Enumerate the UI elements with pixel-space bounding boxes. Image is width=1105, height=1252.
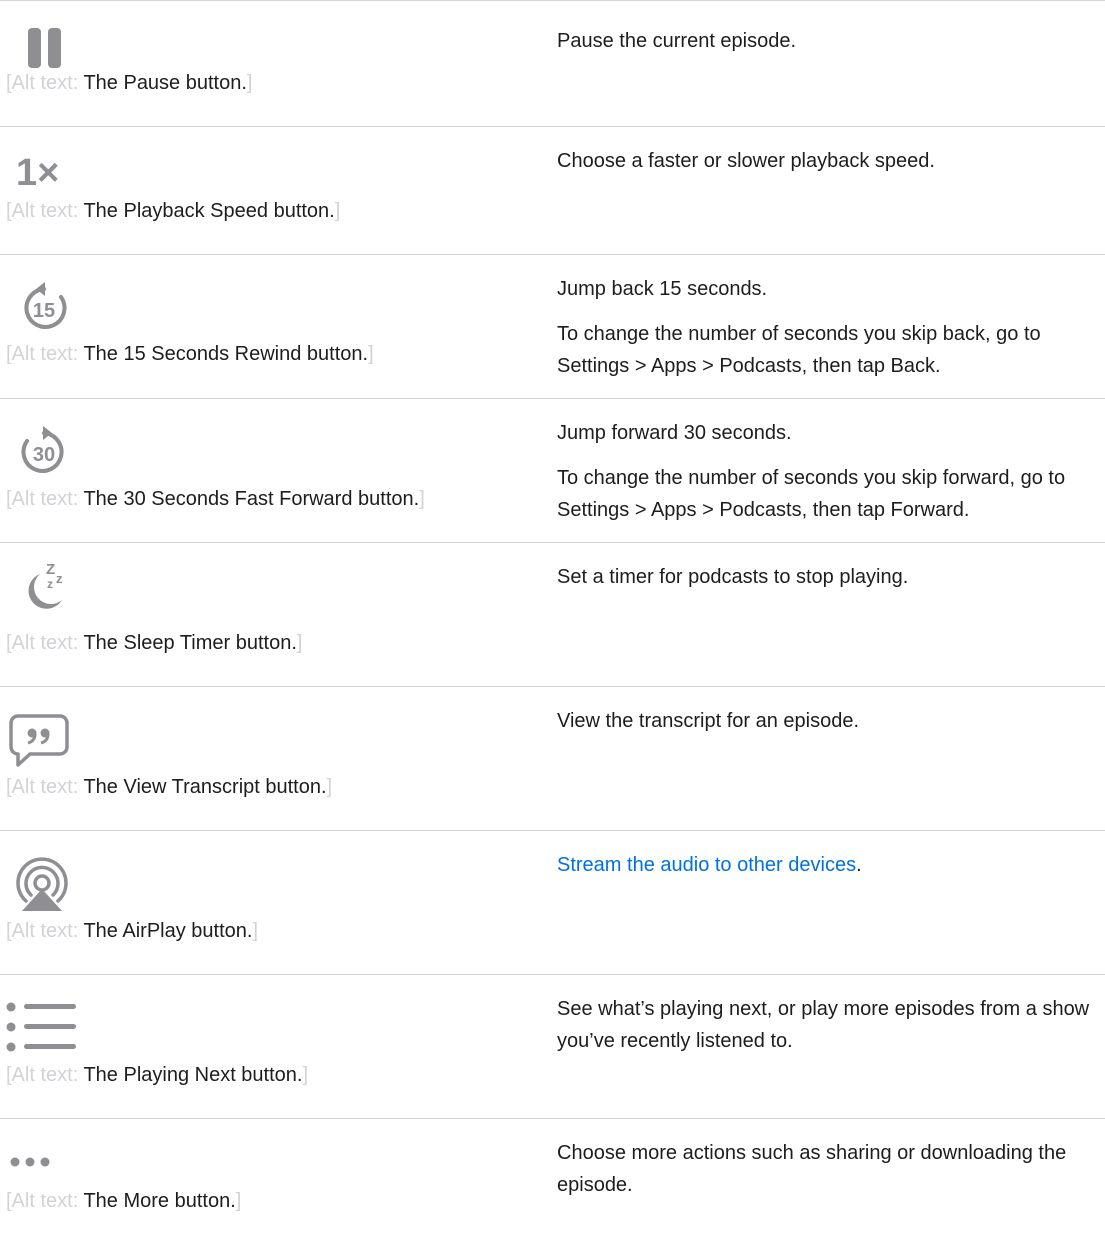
alt-text-label: The 15 Seconds Rewind button. — [83, 343, 369, 365]
alt-text-prefix: [Alt text: — [6, 488, 84, 510]
table-row: [Alt text: The AirPlay button.] Stream t… — [0, 831, 1105, 975]
description-text: View the transcript for an episode. — [557, 710, 860, 732]
playback-speed-label: 1× — [16, 153, 59, 193]
alt-text: [Alt text: The More button.] — [6, 1189, 241, 1213]
alt-text-suffix: ] — [302, 1064, 309, 1086]
alt-text-label: The Playback Speed button. — [83, 200, 335, 222]
alt-text-suffix: ] — [419, 488, 425, 510]
table-row: 30 [Alt text: The 30 Seconds Fast Forwar… — [0, 399, 1105, 543]
alt-text-label: The AirPlay button. — [83, 920, 253, 942]
table-row: Z z z [Alt text: The Sleep Timer button.… — [0, 543, 1105, 687]
description-text: Choose a faster or slower playback speed… — [557, 150, 935, 172]
description-cell: Jump back 15 seconds. To change the numb… — [557, 273, 1097, 382]
playing-next-icon — [6, 1002, 76, 1052]
alt-text-prefix: [Alt text: — [6, 920, 84, 942]
table-row: [Alt text: The More button.] Choose more… — [0, 1119, 1105, 1244]
rewind-15-number: 15 — [33, 300, 55, 322]
alt-text: [Alt text: The View Transcript button.] — [6, 775, 332, 799]
alt-text-suffix: ] — [326, 776, 333, 798]
airplay-icon — [16, 857, 68, 911]
svg-text:z: z — [56, 571, 63, 586]
svg-text:z: z — [47, 577, 53, 591]
forward-30-icon: 30 — [21, 426, 64, 473]
description-cell: Pause the current episode. — [557, 25, 1097, 57]
alt-text-prefix: [Alt text: — [6, 632, 84, 654]
alt-text-suffix: ] — [235, 1190, 242, 1212]
transcript-icon — [9, 714, 69, 767]
description-cell: View the transcript for an episode. — [557, 705, 1097, 737]
more-icon — [10, 1157, 50, 1167]
stream-audio-link[interactable]: Stream the audio to other devices — [557, 854, 856, 876]
alt-text-label: The 30 Seconds Fast Forward button. — [83, 488, 420, 510]
description-cell: See what’s playing next, or play more ep… — [557, 993, 1097, 1057]
description-cell: Jump forward 30 seconds. To change the n… — [557, 417, 1097, 526]
alt-text-prefix: [Alt text: — [6, 200, 84, 222]
table-row: [Alt text: The Playing Next button.] See… — [0, 975, 1105, 1119]
playback-speed-icon: 1× — [16, 153, 59, 193]
rewind-15-icon: 15 — [24, 282, 67, 329]
table-row: [Alt text: The Pause button.] Pause the … — [0, 1, 1105, 127]
alt-text: [Alt text: The Playback Speed button.] — [6, 199, 340, 223]
sleep-timer-icon: Z z z — [28, 561, 63, 609]
description-text: Pause the current episode. — [557, 30, 797, 52]
description-cell: Stream the audio to other devices. — [557, 849, 1097, 881]
description-text: To change the number of seconds you skip… — [557, 323, 1041, 377]
forward-30-number: 30 — [33, 444, 55, 466]
description-punctuation: . — [856, 854, 862, 876]
alt-text: [Alt text: The Pause button.] — [6, 71, 252, 95]
controls-table: [Alt text: The Pause button.] Pause the … — [0, 0, 1105, 1244]
description-text: Jump back 15 seconds. — [557, 278, 768, 300]
description-text: See what’s playing next, or play more ep… — [557, 998, 1090, 1052]
description-cell: Choose a faster or slower playback speed… — [557, 145, 1097, 177]
alt-text-label: The Playing Next button. — [83, 1064, 303, 1086]
description-cell: Set a timer for podcasts to stop playing… — [557, 561, 1097, 593]
svg-text:Z: Z — [46, 561, 55, 578]
alt-text: [Alt text: The Sleep Timer button.] — [6, 631, 302, 655]
alt-text: [Alt text: The 15 Seconds Rewind button.… — [6, 342, 374, 366]
alt-text-suffix: ] — [296, 632, 303, 654]
alt-text-prefix: [Alt text: — [6, 72, 84, 94]
alt-text-label: The Sleep Timer button. — [83, 632, 297, 654]
alt-text-prefix: [Alt text: — [6, 1190, 84, 1212]
alt-text-suffix: ] — [246, 72, 253, 94]
table-row: 1× [Alt text: The Playback Speed button.… — [0, 127, 1105, 255]
description-text: Choose more actions such as sharing or d… — [557, 1142, 1067, 1196]
alt-text: [Alt text: The AirPlay button.] — [6, 919, 258, 943]
alt-text-prefix: [Alt text: — [6, 776, 84, 798]
description-text: Set a timer for podcasts to stop playing… — [557, 566, 909, 588]
alt-text-label: The View Transcript button. — [83, 776, 327, 798]
alt-text-prefix: [Alt text: — [6, 343, 84, 365]
alt-text-prefix: [Alt text: — [6, 1064, 84, 1086]
alt-text-label: The Pause button. — [83, 72, 247, 94]
pause-icon — [28, 28, 61, 68]
table-row: [Alt text: The View Transcript button.] … — [0, 687, 1105, 831]
alt-text-suffix: ] — [334, 200, 341, 222]
table-row: 15 [Alt text: The 15 Seconds Rewind butt… — [0, 255, 1105, 399]
description-text: To change the number of seconds you skip… — [557, 467, 1066, 521]
alt-text-suffix: ] — [368, 343, 374, 365]
alt-text-label: The More button. — [83, 1190, 236, 1212]
description-text: Jump forward 30 seconds. — [557, 422, 792, 444]
description-cell: Choose more actions such as sharing or d… — [557, 1137, 1097, 1201]
alt-text: [Alt text: The Playing Next button.] — [6, 1063, 308, 1087]
description-text: Stream the audio to other devices. — [557, 849, 1097, 881]
alt-text-suffix: ] — [252, 920, 258, 942]
alt-text: [Alt text: The 30 Seconds Fast Forward b… — [6, 487, 425, 511]
